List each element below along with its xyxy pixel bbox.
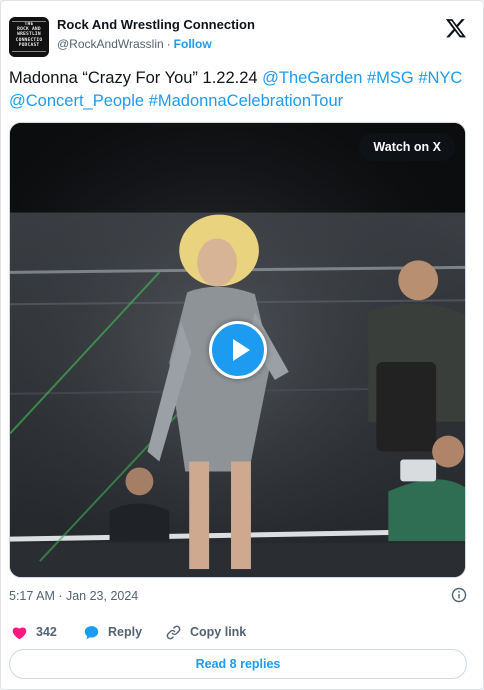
mention-thegarden[interactable]: @TheGarden	[262, 69, 362, 87]
like-count: 342	[36, 625, 57, 639]
follow-button[interactable]: Follow	[174, 37, 212, 51]
copy-link-label: Copy link	[190, 625, 247, 639]
separator-dot: ·	[166, 37, 171, 51]
play-icon[interactable]	[209, 321, 267, 379]
x-logo-icon[interactable]	[445, 17, 467, 39]
tweet-header: THE ROCK AND WRESTLIN CONNECTIO PODCAST …	[9, 15, 469, 59]
tweet-text: Madonna “Crazy For You” 1.22.24 @TheGard…	[9, 67, 471, 113]
watch-on-x-button[interactable]: Watch on X	[359, 133, 455, 161]
reply-bubble-icon	[84, 625, 99, 639]
action-bar: 342 Reply Copy link	[9, 621, 469, 643]
avatar-logo-text: THE ROCK AND WRESTLIN CONNECTIO PODCAST	[15, 22, 43, 48]
hashtag-msg[interactable]: #MSG	[367, 69, 414, 87]
author-name[interactable]: Rock And Wrestling Connection	[57, 17, 255, 32]
author-handle[interactable]: @RockAndWrasslin	[57, 37, 164, 51]
video-media[interactable]: Watch on X	[9, 122, 466, 578]
hashtag-madonna-celebration-tour[interactable]: #MadonnaCelebrationTour	[149, 92, 343, 110]
like-button[interactable]: 342	[11, 621, 57, 643]
reply-label: Reply	[108, 625, 143, 639]
tweet-text-plain: Madonna “Crazy For You” 1.22.24	[9, 69, 263, 87]
reply-button[interactable]: Reply	[83, 621, 142, 643]
info-icon[interactable]	[451, 587, 467, 603]
mention-concert-people[interactable]: @Concert_People	[9, 92, 144, 110]
play-triangle	[233, 339, 250, 361]
avatar[interactable]: THE ROCK AND WRESTLIN CONNECTIO PODCAST	[9, 17, 49, 57]
link-icon	[166, 625, 181, 639]
author-handle-row: @RockAndWrasslin · Follow	[57, 37, 212, 51]
hashtag-nyc[interactable]: #NYC	[418, 69, 462, 87]
read-replies-button[interactable]: Read 8 replies	[9, 649, 467, 679]
timestamp[interactable]: 5:17 AM · Jan 23, 2024	[9, 589, 138, 603]
tweet-embed-card: THE ROCK AND WRESTLIN CONNECTIO PODCAST …	[0, 0, 484, 690]
copy-link-button[interactable]: Copy link	[165, 621, 246, 643]
timestamp-row: 5:17 AM · Jan 23, 2024	[9, 587, 467, 605]
heart-icon	[12, 626, 27, 639]
